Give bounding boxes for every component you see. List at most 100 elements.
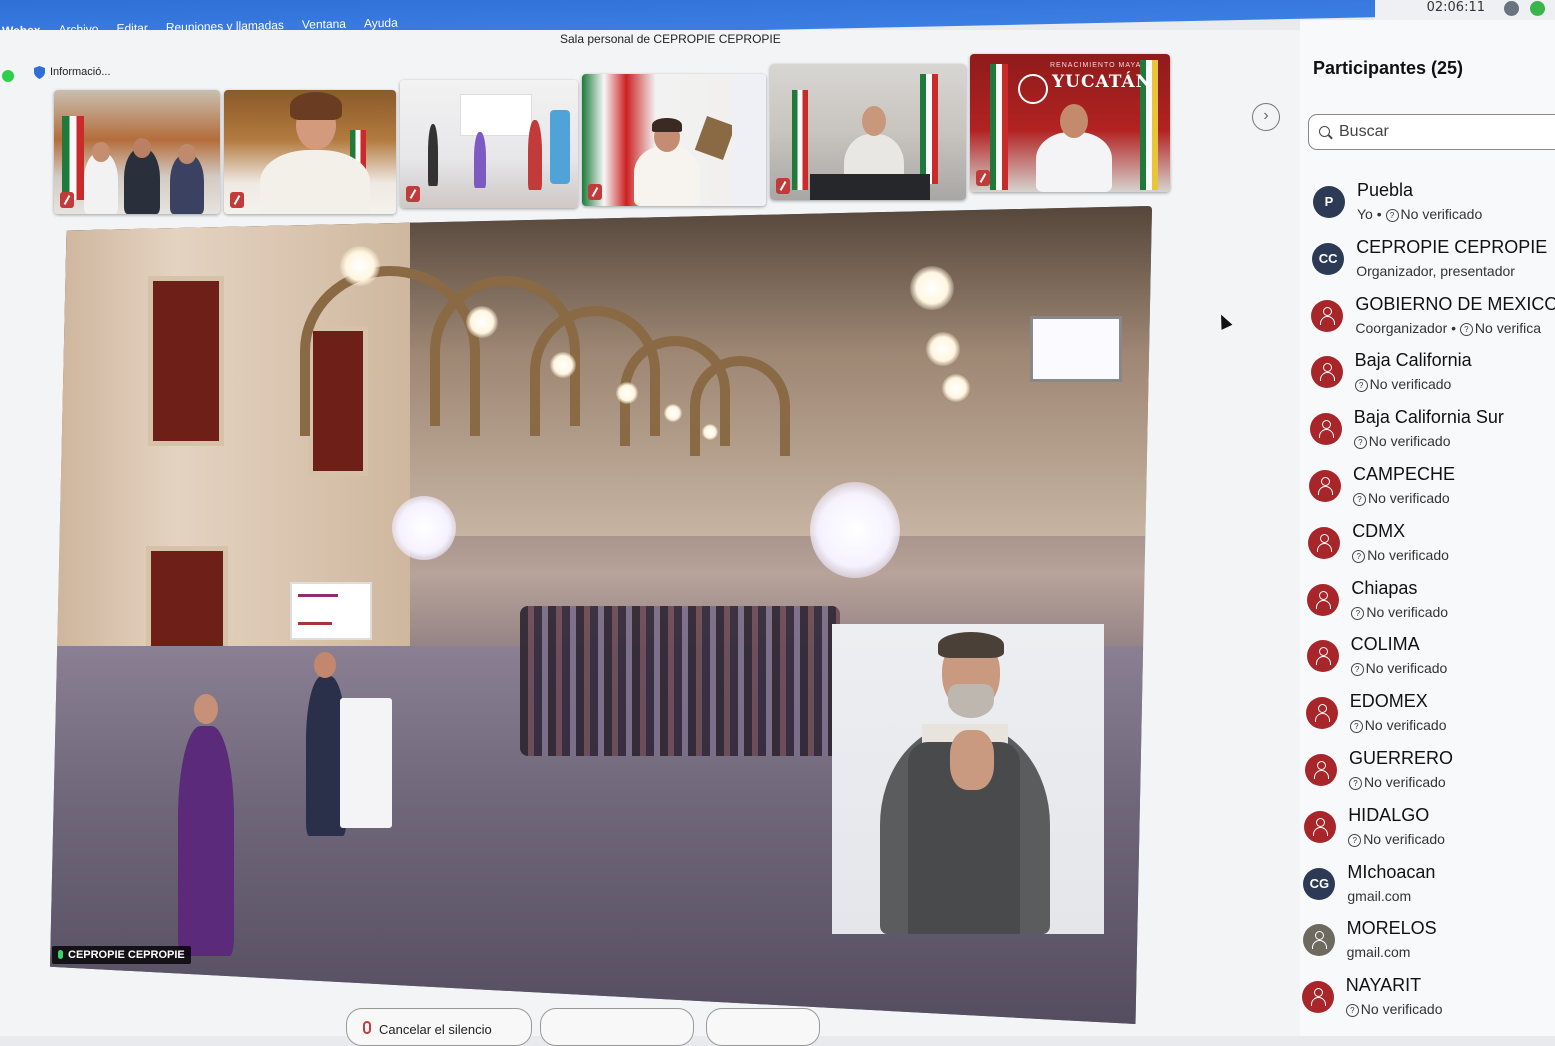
verification-status: No verificado xyxy=(1360,1001,1443,1018)
unverified-icon: ? xyxy=(1353,436,1367,450)
avatar xyxy=(1310,356,1343,389)
verification-status: No verificado xyxy=(1369,376,1452,393)
share-button[interactable] xyxy=(706,1008,820,1046)
participant-status: ? No verificado xyxy=(1348,831,1445,847)
participant-row[interactable]: MORELOS gmail.com xyxy=(1302,918,1555,968)
participant-name: NAYARIT xyxy=(1345,975,1422,996)
unverified-icon: ? xyxy=(1351,606,1365,620)
participant-row[interactable]: CG MIchoacan gmail.com xyxy=(1303,862,1555,912)
participant-row[interactable]: CAMPECHE? No verificado xyxy=(1309,464,1555,514)
unverified-icon: ? xyxy=(1459,322,1473,336)
system-tray: 02:06:11 xyxy=(1375,0,1555,20)
participant-name: Baja California Sur xyxy=(1353,407,1504,428)
next-page-button[interactable]: › xyxy=(1252,103,1280,131)
shield-icon[interactable] xyxy=(34,66,45,79)
participant-name: Puebla xyxy=(1357,180,1414,200)
verification-status: No verificado xyxy=(1368,490,1450,506)
connection-status-icon xyxy=(2,70,14,82)
avatar: CC xyxy=(1312,242,1345,275)
verification-status: No verificado xyxy=(1363,830,1445,847)
unverified-icon: ? xyxy=(1348,833,1362,847)
participant-video-4[interactable] xyxy=(582,74,766,206)
participant-row[interactable]: HIDALGO? No verificado xyxy=(1304,805,1555,855)
participant-status: ? No verificado xyxy=(1345,1001,1443,1018)
chevron-right-icon: › xyxy=(1263,107,1269,124)
verification-status: No verificado xyxy=(1366,603,1449,620)
participant-row[interactable]: P Puebla Yo • ? No verificado xyxy=(1313,180,1555,230)
podium xyxy=(340,698,392,828)
verification-status: No verificado xyxy=(1365,660,1448,677)
muted-icon xyxy=(976,170,990,186)
participant-video-5[interactable] xyxy=(770,64,966,200)
avatar: P xyxy=(1313,186,1345,218)
participant-role: Yo • xyxy=(1357,206,1386,222)
participant-search[interactable] xyxy=(1308,114,1555,150)
participant-row[interactable]: COLIMA? No verificado xyxy=(1306,634,1555,684)
participant-status: ? No verificado xyxy=(1351,604,1448,620)
participant-status: ? No verificado xyxy=(1353,433,1451,450)
avatar xyxy=(1309,413,1342,446)
clock: 02:06:11 xyxy=(1426,0,1485,15)
avatar xyxy=(1311,299,1344,332)
participant-video-yucatan[interactable]: RENACIMIENTO MAYA YUCATÁN xyxy=(970,54,1170,192)
menu-item-ayuda[interactable]: Ayuda xyxy=(364,16,398,31)
unmute-button[interactable]: Cancelar el silencio xyxy=(346,1008,532,1046)
participant-row[interactable]: GOBIERNO DE MEXICO Coorganizador • ? No ve… xyxy=(1311,294,1555,344)
unverified-icon: ? xyxy=(1349,777,1362,790)
unverified-icon: ? xyxy=(1354,379,1368,393)
muted-icon xyxy=(230,192,244,208)
participant-row[interactable]: NAYARIT? No verificado xyxy=(1301,975,1555,1025)
participant-status: gmail.com xyxy=(1347,888,1411,904)
participant-name: CEPROPIE CEPROPIE xyxy=(1356,236,1548,257)
presentation-screen xyxy=(290,582,372,640)
participant-role: Coorganizador • xyxy=(1355,319,1460,336)
unverified-icon: ? xyxy=(1349,720,1363,734)
participant-video-1[interactable] xyxy=(54,90,220,214)
participant-row[interactable]: Baja California Sur? No verificado xyxy=(1309,407,1555,457)
unverified-icon: ? xyxy=(1350,663,1364,677)
participant-row[interactable]: CDMX? No verificado xyxy=(1308,521,1555,571)
participants-title: Participantes (25) xyxy=(1313,58,1464,78)
video-button[interactable] xyxy=(540,1008,694,1046)
speaker-figure xyxy=(178,726,234,956)
unverified-icon: ? xyxy=(1352,549,1366,563)
active-speaker-label: CEPROPIE CEPROPIE xyxy=(52,946,191,964)
sign-language-interpreter-video xyxy=(832,624,1104,934)
participant-video-3[interactable] xyxy=(400,80,578,208)
unverified-icon: ? xyxy=(1353,493,1366,506)
participant-status: Yo • ? No verificado xyxy=(1357,206,1482,222)
meeting-info-button[interactable]: Informació... xyxy=(50,66,111,78)
participant-row[interactable]: EDOMEX? No verificado xyxy=(1305,691,1555,741)
muted-icon xyxy=(60,192,74,208)
unverified-icon: ? xyxy=(1345,1004,1359,1018)
avatar xyxy=(1301,981,1334,1014)
participant-status: ? No verificado xyxy=(1349,717,1447,734)
verification-status: No verificado xyxy=(1368,433,1451,450)
participant-name: Chiapas xyxy=(1351,577,1418,598)
participant-status: gmail.com xyxy=(1347,944,1411,960)
avatar xyxy=(1305,754,1337,786)
participant-name: CDMX xyxy=(1352,520,1406,541)
participant-status: Coorganizador • ? No verifica xyxy=(1355,320,1541,336)
participant-name: Baja California xyxy=(1354,350,1472,371)
webex-status-icon[interactable] xyxy=(1530,1,1545,16)
participant-row[interactable]: Chiapas? No verificado xyxy=(1307,578,1555,628)
participant-status: ? No verificado xyxy=(1349,774,1446,790)
main-video-stage[interactable] xyxy=(50,206,1152,1024)
avatar: CG xyxy=(1303,867,1336,900)
verification-status: No verificado xyxy=(1367,546,1449,563)
participant-row[interactable]: GUERRERO? No verificado xyxy=(1305,748,1555,798)
participant-name: HIDALGO xyxy=(1348,804,1430,825)
avatar xyxy=(1309,470,1341,502)
participant-status: ? No verificado xyxy=(1354,376,1452,393)
participant-video-2[interactable] xyxy=(224,90,396,214)
notification-icon[interactable] xyxy=(1504,1,1519,16)
yucatan-banner: YUCATÁN xyxy=(1052,72,1153,92)
participant-role: gmail.com xyxy=(1346,944,1411,961)
participant-row[interactable]: CC CEPROPIE CEPROPIE Organizador, presenta… xyxy=(1312,237,1555,287)
search-input[interactable] xyxy=(1337,122,1541,142)
verification-status: No verificado xyxy=(1400,206,1483,222)
participant-row[interactable]: Baja California? No verificado xyxy=(1310,350,1555,400)
verification-status: No verifica xyxy=(1474,319,1542,336)
participant-status: ? No verificado xyxy=(1353,490,1450,506)
